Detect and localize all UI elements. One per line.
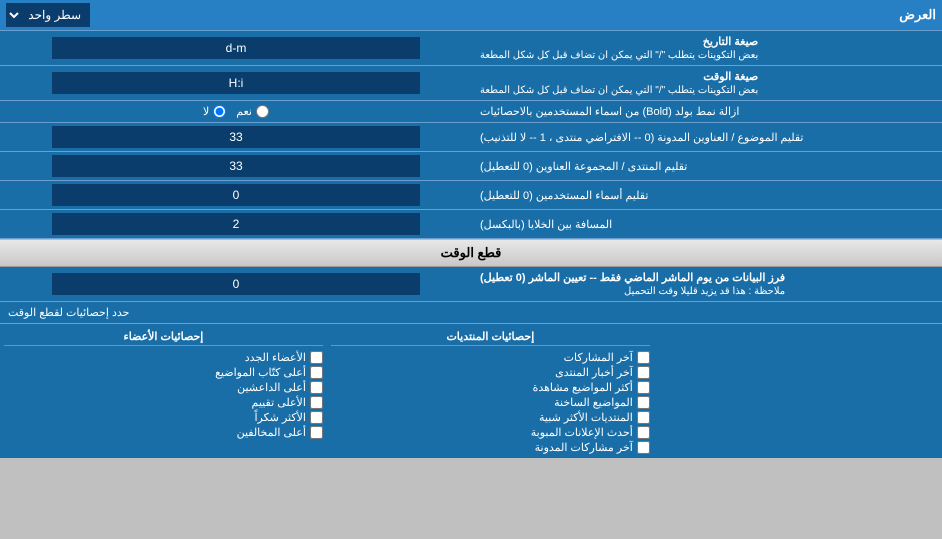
forum-label: تقليم المنتدى / المجموعة العناوين (0 للت… — [472, 152, 942, 180]
bold-yes-radio[interactable] — [256, 105, 269, 118]
limit-row: حدد إحصائيات لقطع الوقت — [0, 302, 942, 324]
users-input[interactable] — [52, 184, 420, 206]
date-format-row: صيغة التاريخ بعض التكوينات يتطلب "/" الت… — [0, 31, 942, 66]
bold-row: ازالة نمط بولد (Bold) من اسماء المستخدمي… — [0, 101, 942, 123]
cb-most-thanks-label: الأكثر شكراً — [254, 411, 305, 424]
realtime-label: فرز البيانات من يوم الماشر الماضي فقط --… — [472, 267, 942, 301]
cb-classifieds-input[interactable] — [637, 426, 650, 439]
topics-input-wrap[interactable] — [0, 123, 472, 151]
cb-top-rated[interactable]: الأعلى تقييم — [4, 396, 323, 409]
member-stats-col: إحصائيات الأعضاء الأعضاء الجدد أعلى كتّا… — [4, 328, 323, 454]
cb-hot-topics[interactable]: المواضيع الساخنة — [331, 396, 650, 409]
time-format-input[interactable] — [52, 72, 420, 94]
select-wrapper[interactable]: سطر واحد سطران ثلاثة أسطر — [6, 3, 90, 27]
cb-top-posters-label: أعلى الداعشين — [237, 381, 306, 394]
cb-most-thanks-input[interactable] — [310, 411, 323, 424]
cb-top-rated-input[interactable] — [310, 396, 323, 409]
space-input[interactable] — [52, 213, 420, 235]
header-label: العرض — [899, 7, 936, 23]
cb-most-viewed-input[interactable] — [637, 381, 650, 394]
cb-top-violators-label: أعلى المخالفين — [237, 426, 306, 439]
bold-no-label[interactable]: لا — [203, 105, 226, 118]
bold-radio-wrap: نعم لا — [0, 101, 472, 122]
bold-yes-label[interactable]: نعم — [236, 105, 269, 118]
cb-top-posters[interactable]: أعلى الداعشين — [4, 381, 323, 394]
bold-radio-group: نعم لا — [203, 105, 269, 118]
date-format-input-wrap[interactable] — [0, 31, 472, 65]
users-input-wrap[interactable] — [0, 181, 472, 209]
cb-top-violators-input[interactable] — [310, 426, 323, 439]
date-format-label: صيغة التاريخ بعض التكوينات يتطلب "/" الت… — [472, 31, 942, 65]
time-format-label: صيغة الوقت بعض التكوينات يتطلب "/" التي … — [472, 66, 942, 100]
forum-stats-header: إحصائيات المنتديات — [331, 328, 650, 346]
time-format-input-wrap[interactable] — [0, 66, 472, 100]
cb-top-writers[interactable]: أعلى كتّاب المواضيع — [4, 366, 323, 379]
cb-new-members-input[interactable] — [310, 351, 323, 364]
topics-label: تقليم الموضوع / العناوين المدونة (0 -- ا… — [472, 123, 942, 151]
main-container: العرض سطر واحد سطران ثلاثة أسطر صيغة الت… — [0, 0, 942, 458]
users-label: تقليم أسماء المستخدمين (0 للتعطيل) — [472, 181, 942, 209]
cb-latest-posts-label: آخر المشاركات — [564, 351, 633, 364]
bold-no-text: لا — [203, 105, 209, 118]
cb-blog-posts-label: آخر مشاركات المدونة — [535, 441, 633, 454]
cb-top-posters-input[interactable] — [310, 381, 323, 394]
bold-label: ازالة نمط بولد (Bold) من اسماء المستخدمي… — [472, 101, 942, 122]
forum-row: تقليم المنتدى / المجموعة العناوين (0 للت… — [0, 152, 942, 181]
realtime-input[interactable] — [52, 273, 420, 295]
date-format-title: صيغة التاريخ — [480, 35, 758, 48]
realtime-row: فرز البيانات من يوم الماشر الماضي فقط --… — [0, 267, 942, 302]
time-format-title: صيغة الوقت — [480, 70, 758, 83]
cb-blog-posts[interactable]: آخر مشاركات المدونة — [331, 441, 650, 454]
space-label: المسافة بين الخلايا (بالبكسل) — [472, 210, 942, 238]
cb-blog-posts-input[interactable] — [637, 441, 650, 454]
date-format-sublabel: بعض التكوينات يتطلب "/" التي يمكن ان تضا… — [480, 50, 758, 61]
space-row: المسافة بين الخلايا (بالبكسل) — [0, 210, 942, 239]
cb-top-writers-input[interactable] — [310, 366, 323, 379]
time-format-row: صيغة الوقت بعض التكوينات يتطلب "/" التي … — [0, 66, 942, 101]
cb-new-members[interactable]: الأعضاء الجدد — [4, 351, 323, 364]
realtime-sublabel: ملاحظة : هذا قد يزيد قليلا وقت التحميل — [480, 286, 785, 297]
date-format-input[interactable] — [52, 37, 420, 59]
cb-top-violators[interactable]: أعلى المخالفين — [4, 426, 323, 439]
cb-forum-news-label: آخر أخبار المنتدى — [555, 366, 633, 379]
bold-no-radio[interactable] — [213, 105, 226, 118]
member-stats-header: إحصائيات الأعضاء — [4, 328, 323, 346]
cb-similar-forums[interactable]: المنتديات الأكثر شبية — [331, 411, 650, 424]
cb-most-viewed-label: أكثر المواضيع مشاهدة — [533, 381, 633, 394]
realtime-input-wrap[interactable] — [0, 267, 472, 301]
limit-label: حدد إحصائيات لقطع الوقت — [8, 306, 129, 319]
topics-row: تقليم الموضوع / العناوين المدونة (0 -- ا… — [0, 123, 942, 152]
cb-latest-posts-input[interactable] — [637, 351, 650, 364]
display-select[interactable]: سطر واحد سطران ثلاثة أسطر — [6, 3, 90, 27]
cb-similar-forums-label: المنتديات الأكثر شبية — [539, 411, 633, 424]
forum-stats-col: إحصائيات المنتديات آخر المشاركات آخر أخب… — [331, 328, 650, 454]
users-row: تقليم أسماء المستخدمين (0 للتعطيل) — [0, 181, 942, 210]
cb-most-thanks[interactable]: الأكثر شكراً — [4, 411, 323, 424]
realtime-title: قطع الوقت — [441, 245, 502, 260]
bold-yes-text: نعم — [236, 105, 252, 118]
empty-col — [658, 328, 938, 454]
forum-input-wrap[interactable] — [0, 152, 472, 180]
cb-hot-topics-label: المواضيع الساخنة — [554, 396, 633, 409]
cb-top-writers-label: أعلى كتّاب المواضيع — [215, 366, 306, 379]
space-input-wrap[interactable] — [0, 210, 472, 238]
time-format-sublabel: بعض التكوينات يتطلب "/" التي يمكن ان تضا… — [480, 85, 758, 96]
cb-top-rated-label: الأعلى تقييم — [252, 396, 306, 409]
forum-input[interactable] — [52, 155, 420, 177]
realtime-main-label: فرز البيانات من يوم الماشر الماضي فقط --… — [480, 271, 785, 284]
topics-input[interactable] — [52, 126, 420, 148]
cb-hot-topics-input[interactable] — [637, 396, 650, 409]
realtime-section-header: قطع الوقت — [0, 239, 942, 267]
cb-forum-news-input[interactable] — [637, 366, 650, 379]
cb-similar-forums-input[interactable] — [637, 411, 650, 424]
checkboxes-section: إحصائيات المنتديات آخر المشاركات آخر أخب… — [0, 324, 942, 458]
top-header-row: العرض سطر واحد سطران ثلاثة أسطر — [0, 0, 942, 31]
cb-forum-news[interactable]: آخر أخبار المنتدى — [331, 366, 650, 379]
cb-new-members-label: الأعضاء الجدد — [245, 351, 306, 364]
cb-classifieds[interactable]: أحدث الإعلانات المبوبة — [331, 426, 650, 439]
cb-most-viewed[interactable]: أكثر المواضيع مشاهدة — [331, 381, 650, 394]
cb-classifieds-label: أحدث الإعلانات المبوبة — [531, 426, 633, 439]
cb-latest-posts[interactable]: آخر المشاركات — [331, 351, 650, 364]
